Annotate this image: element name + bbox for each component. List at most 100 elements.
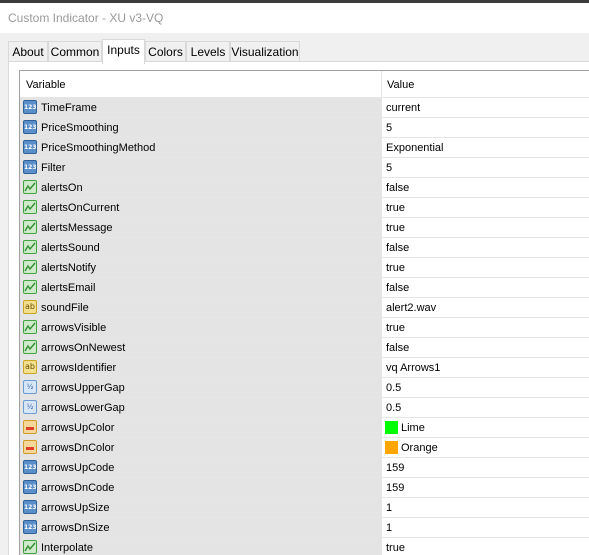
value-cell[interactable]: false bbox=[386, 242, 409, 254]
table-row[interactable]: 123 PriceSmoothing 5 bbox=[20, 117, 589, 137]
variable-name: arrowsUpperGap bbox=[41, 382, 125, 394]
variable-cell: 123 arrowsDnSize bbox=[20, 518, 381, 537]
title-bar[interactable]: Custom Indicator - XU v3-VQ bbox=[0, 3, 589, 33]
variable-cell: 123 arrowsUpCode bbox=[20, 458, 381, 477]
value-cell[interactable]: current bbox=[386, 102, 420, 114]
value-cell[interactable]: 5 bbox=[386, 162, 392, 174]
boolean-type-icon bbox=[23, 200, 37, 214]
value-cell[interactable]: Exponential bbox=[386, 142, 444, 154]
value-cell[interactable]: true bbox=[386, 222, 405, 234]
value-cell[interactable]: vq Arrows1 bbox=[386, 362, 440, 374]
value-cell[interactable]: 0.5 bbox=[386, 382, 401, 394]
cell-divider bbox=[381, 98, 382, 117]
table-row[interactable]: Interpolate true bbox=[20, 537, 589, 555]
table-row[interactable]: 123 arrowsUpCode 159 bbox=[20, 457, 589, 477]
variable-cell: ½ arrowsLowerGap bbox=[20, 398, 381, 417]
color-swatch[interactable] bbox=[385, 441, 398, 454]
table-row[interactable]: 123 PriceSmoothingMethod Exponential bbox=[20, 137, 589, 157]
value-cell[interactable]: Orange bbox=[401, 442, 438, 454]
table-row[interactable]: alertsOn false bbox=[20, 177, 589, 197]
variable-cell: ab arrowsIdentifier bbox=[20, 358, 381, 377]
value-cell[interactable]: true bbox=[386, 322, 405, 334]
variable-cell: 123 arrowsUpSize bbox=[20, 498, 381, 517]
integer-type-icon: 123 bbox=[23, 500, 37, 514]
tab-levels[interactable]: Levels bbox=[186, 41, 230, 63]
table-row[interactable]: alertsMessage true bbox=[20, 217, 589, 237]
table-row[interactable]: 123 arrowsDnSize 1 bbox=[20, 517, 589, 537]
variable-cell: 123 arrowsDnCode bbox=[20, 478, 381, 497]
variable-name: alertsOnCurrent bbox=[41, 202, 120, 214]
value-cell[interactable]: false bbox=[386, 282, 409, 294]
tab-about[interactable]: About bbox=[8, 41, 48, 63]
table-row[interactable]: 123 arrowsUpSize 1 bbox=[20, 497, 589, 517]
boolean-type-icon bbox=[23, 340, 37, 354]
variable-name: PriceSmoothingMethod bbox=[41, 142, 156, 154]
cell-divider bbox=[381, 438, 382, 457]
cell-divider bbox=[381, 218, 382, 237]
tab-colors[interactable]: Colors bbox=[145, 41, 186, 63]
table-row[interactable]: ½ arrowsLowerGap 0.5 bbox=[20, 397, 589, 417]
value-cell[interactable]: 159 bbox=[386, 462, 404, 474]
variable-cell: alertsOn bbox=[20, 178, 381, 197]
column-header-variable[interactable]: Variable bbox=[26, 79, 66, 91]
string-type-icon: ab bbox=[23, 300, 37, 314]
integer-type-icon: 123 bbox=[23, 100, 37, 114]
variable-name: arrowsDnCode bbox=[41, 482, 115, 494]
integer-type-icon: 123 bbox=[23, 140, 37, 154]
tab-inputs[interactable]: Inputs bbox=[102, 39, 145, 64]
color-swatch[interactable] bbox=[385, 421, 398, 434]
value-cell[interactable]: Lime bbox=[401, 422, 425, 434]
table-row[interactable]: arrowsVisible true bbox=[20, 317, 589, 337]
variable-name: arrowsIdentifier bbox=[41, 362, 117, 374]
value-cell[interactable]: 5 bbox=[386, 122, 392, 134]
value-cell[interactable]: 159 bbox=[386, 482, 404, 494]
column-divider[interactable] bbox=[381, 71, 382, 97]
table-row[interactable]: arrowsUpColor Lime bbox=[20, 417, 589, 437]
variable-cell: 123 TimeFrame bbox=[20, 98, 381, 117]
tab-common[interactable]: Common bbox=[48, 41, 102, 63]
variable-name: arrowsLowerGap bbox=[41, 402, 125, 414]
value-cell[interactable]: alert2.wav bbox=[386, 302, 436, 314]
variable-name: alertsOn bbox=[41, 182, 83, 194]
table-row[interactable]: arrowsDnColor Orange bbox=[20, 437, 589, 457]
table-header: Variable Value bbox=[20, 71, 589, 97]
variable-name: arrowsVisible bbox=[41, 322, 107, 334]
value-cell[interactable]: true bbox=[386, 202, 405, 214]
table-row[interactable]: 123 TimeFrame current bbox=[20, 97, 589, 117]
value-cell[interactable]: true bbox=[386, 542, 405, 554]
table-row[interactable]: alertsEmail false bbox=[20, 277, 589, 297]
table-row[interactable]: alertsNotify true bbox=[20, 257, 589, 277]
window-title: Custom Indicator - XU v3-VQ bbox=[8, 11, 164, 25]
value-cell[interactable]: false bbox=[386, 342, 409, 354]
table-row[interactable]: ab arrowsIdentifier vq Arrows1 bbox=[20, 357, 589, 377]
cell-divider bbox=[381, 338, 382, 357]
variable-cell: 123 Filter bbox=[20, 158, 381, 177]
boolean-type-icon bbox=[23, 260, 37, 274]
table-row[interactable]: 123 arrowsDnCode 159 bbox=[20, 477, 589, 497]
tab-visualization[interactable]: Visualization bbox=[230, 41, 300, 63]
cell-divider bbox=[381, 398, 382, 417]
table-row[interactable]: ½ arrowsUpperGap 0.5 bbox=[20, 377, 589, 397]
value-cell[interactable]: 1 bbox=[386, 522, 392, 534]
double-type-icon: ½ bbox=[23, 380, 37, 394]
table-row[interactable]: alertsSound false bbox=[20, 237, 589, 257]
value-cell[interactable]: false bbox=[386, 182, 409, 194]
variable-cell: alertsNotify bbox=[20, 258, 381, 277]
table-row[interactable]: 123 Filter 5 bbox=[20, 157, 589, 177]
table-row[interactable]: arrowsOnNewest false bbox=[20, 337, 589, 357]
table-row[interactable]: alertsOnCurrent true bbox=[20, 197, 589, 217]
column-header-value[interactable]: Value bbox=[387, 79, 414, 91]
value-cell[interactable]: 0.5 bbox=[386, 402, 401, 414]
boolean-type-icon bbox=[23, 220, 37, 234]
cell-divider bbox=[381, 138, 382, 157]
variable-name: alertsNotify bbox=[41, 262, 97, 274]
table-row[interactable]: ab soundFile alert2.wav bbox=[20, 297, 589, 317]
cell-divider bbox=[381, 278, 382, 297]
value-cell[interactable]: true bbox=[386, 262, 405, 274]
variable-name: arrowsUpColor bbox=[41, 422, 115, 434]
boolean-type-icon bbox=[23, 280, 37, 294]
variable-cell: alertsOnCurrent bbox=[20, 198, 381, 217]
table-body: 123 TimeFrame current 123 PriceSmoothing 5 123… bbox=[20, 97, 589, 555]
variable-cell: ab soundFile bbox=[20, 298, 381, 317]
value-cell[interactable]: 1 bbox=[386, 502, 392, 514]
